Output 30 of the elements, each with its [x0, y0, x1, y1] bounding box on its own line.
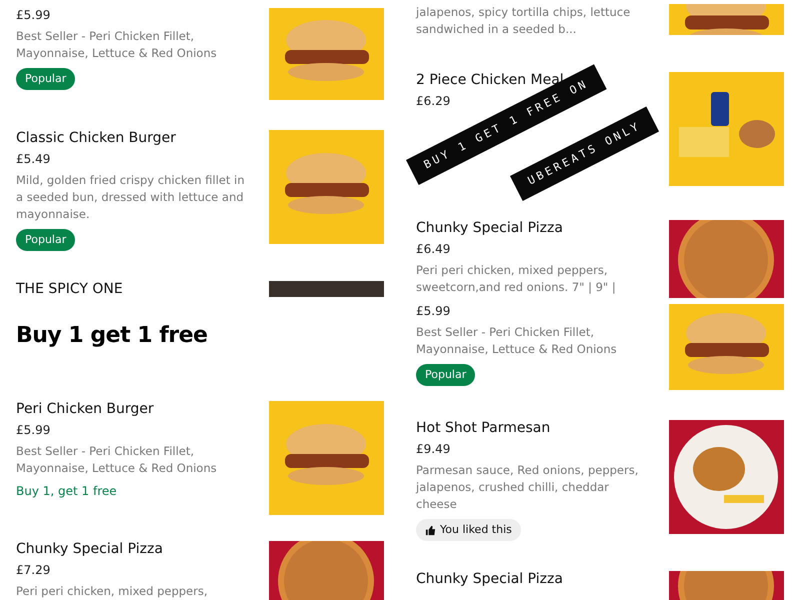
liked-badge: You liked this [416, 519, 521, 541]
item-price: £7.29 [16, 563, 50, 577]
item-price: £5.99 [16, 8, 50, 22]
item-description: jalapenos, spicy tortilla chips, lettuce sandwiched in a seeded b... [416, 4, 632, 38]
item-name[interactable]: Chunky Special Pizza [416, 220, 563, 236]
thumbs-up-icon [425, 524, 436, 536]
item-description: Peri peri chicken, mixed peppers, [16, 583, 208, 600]
item-name[interactable]: Peri Chicken Burger [16, 401, 154, 417]
item-description: Best Seller - Peri Chicken Fillet, Mayonnaise, Lettuce & Red Onions [416, 324, 618, 358]
item-name[interactable]: Hot Shot Parmesan [416, 420, 550, 436]
item-description: Parmesan sauce, Red onions, peppers, jalapenos, crushed chilli, cheddar cheese [416, 462, 640, 513]
popular-badge: Popular [416, 364, 476, 386]
item-description: Best Seller - Peri Chicken Fillet, Mayonnaise, Lettuce & Red Onions [16, 28, 218, 62]
item-price: £5.99 [416, 304, 450, 318]
item-price: £5.99 [16, 423, 50, 437]
section-heading: Buy 1 get 1 free [16, 322, 208, 349]
item-name[interactable]: Chunky Special Pizza [16, 541, 163, 557]
item-price: £6.29 [416, 94, 450, 108]
popular-badge: Popular [16, 68, 76, 90]
item-description: Best Seller - Peri Chicken Fillet, Mayonnaise, Lettuce & Red Onions [16, 443, 218, 477]
item-price: £6.49 [416, 242, 450, 256]
popular-badge: Popular [16, 229, 76, 251]
item-price: £5.49 [16, 152, 50, 166]
item-name[interactable]: Chunky Special Pizza [416, 571, 563, 587]
item-price: £9.49 [416, 442, 450, 456]
item-name[interactable]: THE SPICY ONE [16, 281, 123, 297]
item-description: Mild, golden fried crispy chicken fillet in a seeded bun, dressed with lettuce and mayonnaise. [16, 172, 246, 223]
item-description: Peri peri chicken, mixed peppers, sweetcorn,and red onions. 7" | 9" | [416, 262, 617, 296]
item-name[interactable]: Classic Chicken Burger [16, 130, 176, 146]
offer-text: Buy 1, get 1 free [16, 483, 117, 499]
